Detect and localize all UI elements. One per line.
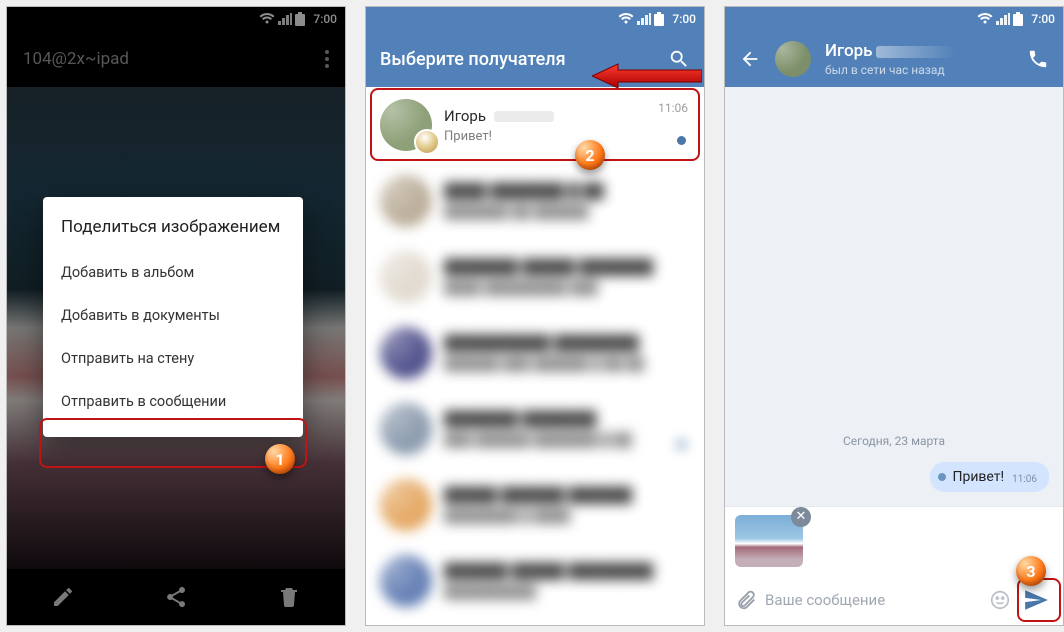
row-preview: Привет! (444, 129, 690, 144)
search-icon[interactable] (668, 48, 690, 70)
attachment-area: ✕ (725, 506, 1063, 575)
message-outgoing[interactable]: Привет! 11:06 (930, 462, 1049, 492)
recipient-title: Выберите получателя (380, 49, 656, 70)
attachment-thumbnail[interactable]: ✕ (735, 515, 803, 567)
status-time: 7:00 (672, 12, 696, 26)
chat-body: Сегодня, 23 марта Привет! 11:06 ✕ Ваше с… (725, 87, 1063, 625)
battery-icon (654, 12, 664, 26)
message-time: 11:06 (1012, 474, 1037, 485)
mini-avatar (414, 129, 440, 155)
share-opt-add-album[interactable]: Добавить в альбом (43, 251, 303, 294)
chat-name: Игорь (825, 41, 1013, 61)
share-dialog-title: Поделиться изображением (43, 211, 303, 251)
status-bar: 7:00 (725, 7, 1063, 31)
wifi-icon (618, 13, 634, 25)
status-bar: 7:00 (366, 7, 704, 31)
chat-row[interactable]: ████ ███████ █ █████████ ██ ██████ (366, 163, 704, 239)
chat-header: Игорь был в сети час назад (725, 31, 1063, 87)
share-dialog: Поделиться изображением Добавить в альбо… (43, 197, 303, 437)
call-icon[interactable] (1027, 48, 1049, 70)
chat-row[interactable]: ██████████ ██████████████ ███ ██████ █ █… (366, 315, 704, 391)
back-icon[interactable] (739, 48, 761, 70)
message-input[interactable]: Ваше сообщение (765, 591, 981, 609)
unread-dot-icon (677, 136, 686, 145)
battery-icon (1013, 12, 1023, 26)
phone-1-gallery: 7:00 104@2x~ipad Поделиться изображением… (6, 6, 346, 626)
share-opt-add-documents[interactable]: Добавить в документы (43, 294, 303, 337)
chat-status: был в сети час назад (825, 63, 1013, 77)
send-button[interactable] (1019, 583, 1053, 617)
read-indicator-icon (938, 473, 946, 481)
cell-icon (637, 13, 651, 25)
phone-3-chat: 7:00 Игорь был в сети час назад Сегодня,… (724, 6, 1064, 626)
message-input-bar: Ваше сообщение (725, 575, 1063, 625)
row-name: Игорь (444, 107, 690, 125)
message-text: Привет! (952, 469, 1004, 485)
chat-row[interactable]: ██████ █████ ██████████████████ (366, 543, 704, 619)
attach-icon[interactable] (735, 589, 757, 611)
send-icon (1023, 587, 1049, 613)
status-time: 7:00 (1031, 12, 1055, 26)
wifi-icon (977, 13, 993, 25)
share-opt-post-wall[interactable]: Отправить на стену (43, 337, 303, 380)
chat-row-igor[interactable]: Игорь Привет! 11:06 (366, 87, 704, 163)
share-opt-send-message[interactable]: Отправить в сообщении (43, 380, 303, 423)
avatar[interactable] (775, 41, 811, 77)
remove-attachment-icon[interactable]: ✕ (791, 507, 811, 527)
chat-row[interactable]: ███████ ██████████ ██████ ███████ █ ██ (366, 391, 704, 467)
chat-list: Игорь Привет! 11:06 ████ ███████ █ █████… (366, 87, 704, 625)
row-time: 11:06 (658, 101, 688, 115)
emoji-icon[interactable] (989, 589, 1011, 611)
chat-row[interactable]: ███████ █████ ███████████ █████████ ███ (366, 239, 704, 315)
day-separator: Сегодня, 23 марта (725, 424, 1063, 458)
chat-row[interactable]: █████ ██████ ██████████████ █ ████ (366, 467, 704, 543)
recipient-header: Выберите получателя (366, 31, 704, 87)
cell-icon (996, 13, 1010, 25)
phone-2-recipient-picker: 7:00 Выберите получателя Игорь Привет! 1… (365, 6, 705, 626)
